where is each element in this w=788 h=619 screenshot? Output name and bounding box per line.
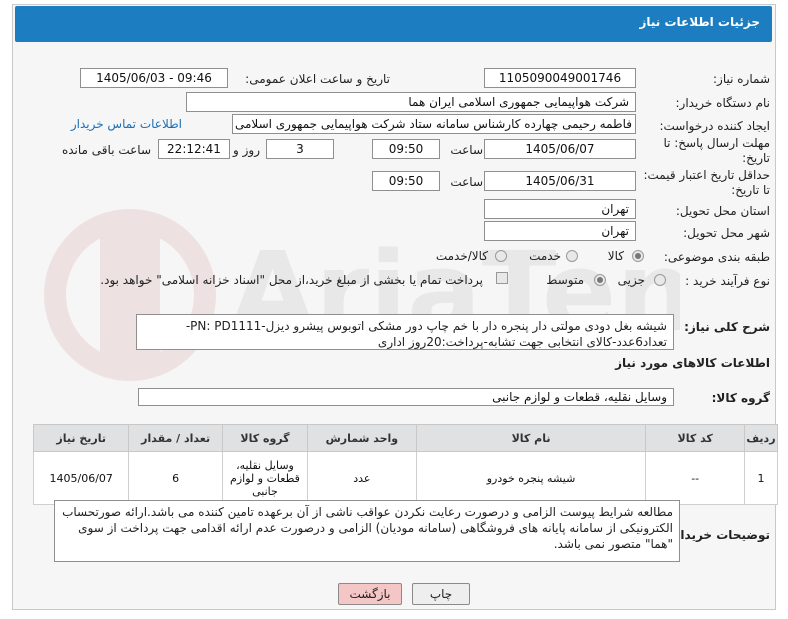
cell-need-date: 1405/06/07 (32, 451, 130, 505)
goods-group-label: گروه کالا: (711, 391, 770, 405)
category-label: طبقه بندی موضوعی: (663, 250, 770, 264)
goods-group-field: وسایل نقلیه، قطعات و لوازم جانبی (138, 388, 674, 406)
back-button[interactable]: بازگشت (338, 583, 402, 605)
buyer-notes-label: توضیحات خریدار: (668, 528, 770, 542)
process-option-minor: جزیی (617, 273, 645, 287)
category-radio-goods[interactable] (632, 250, 644, 262)
announce-label: تاریخ و ساعت اعلان عمومی: (245, 72, 390, 86)
table-row: 1 -- شیشه پنجره خودرو عدد وسایل نقلیه، ق… (32, 451, 779, 505)
announce-field: 1405/06/03 - 09:46 (80, 68, 228, 88)
category-option-goods: کالا (607, 249, 624, 263)
buyer-org-field: شرکت هواپیمایی جمهوری اسلامی ایران هما (186, 92, 636, 112)
need-number-label: شماره نیاز: (713, 72, 770, 86)
cell-quantity: 6 (128, 451, 223, 505)
reply-date-field: 1405/06/07 (484, 139, 636, 159)
category-radio-both[interactable] (495, 250, 507, 262)
validity-time-field: 09:50 (372, 171, 440, 191)
validity-label: حداقل تاریخ اعتبار قیمت: تا تاریخ: (643, 168, 770, 197)
col-header-need-date: تاریخ نیاز (32, 424, 130, 452)
col-header-goods-name: نام کالا (415, 424, 647, 452)
buyer-notes-field: مطالعه شرایط پیوست الزامی و درصورت رعایت… (54, 500, 680, 562)
print-button[interactable]: چاپ (412, 583, 470, 605)
process-option-medium: متوسط (546, 273, 584, 287)
cell-goods-name: شیشه پنجره خودرو (415, 451, 647, 505)
category-option-both: کالا/خدمت (435, 249, 488, 263)
days-field: 3 (266, 139, 334, 159)
creator-label: ایجاد کننده درخواست: (659, 119, 770, 133)
need-number-field: 1105090049001746 (484, 68, 636, 88)
process-radio-minor[interactable] (654, 274, 666, 286)
cell-goods-code: -- (645, 451, 745, 505)
reply-deadline-label: مهلت ارسال پاسخ: تا تاریخ: (663, 136, 770, 165)
description-field: شیشه بغل دودی مولتی دار پنجره دار با خم … (136, 314, 674, 350)
category-radio-service[interactable] (566, 250, 578, 262)
col-header-quantity: تعداد / مقدار (128, 424, 223, 452)
city-label: شهر محل تحویل: (683, 226, 770, 240)
reply-time-label: ساعت (450, 143, 483, 157)
description-label: شرح کلی نیاز: (684, 320, 770, 334)
process-label: نوع فرآیند خرید : (685, 274, 770, 288)
page-header: جزئیات اطلاعات نیاز (15, 6, 772, 42)
page-title: جزئیات اطلاعات نیاز (639, 15, 760, 29)
buyer-contact-link[interactable]: اطلاعات تماس خریدار (71, 117, 182, 131)
creator-field: فاطمه رحیمی چهارده کارشناس سامانه ستاد ش… (232, 114, 636, 134)
days-label: روز و (233, 143, 260, 157)
cell-goods-group: وسایل نقلیه، قطعات و لوازم جانبی (221, 451, 309, 505)
process-radio-medium[interactable] (594, 274, 606, 286)
remaining-label: ساعت باقی مانده (61, 143, 151, 157)
col-header-row-number: ردیف (743, 424, 779, 452)
col-header-goods-group: گروه کالا (221, 424, 309, 452)
province-label: استان محل تحویل: (675, 204, 770, 218)
city-field: تهران (484, 221, 636, 241)
reply-time-field: 09:50 (372, 139, 440, 159)
table-header-row: ردیف کد کالا نام کالا واحد شمارش گروه کا… (32, 424, 779, 452)
province-field: تهران (484, 199, 636, 219)
validity-date-field: 1405/06/31 (484, 171, 636, 191)
payment-note: پرداخت تمام یا بخشی از مبلغ خرید،از محل … (100, 273, 483, 287)
category-option-service: خدمت (529, 249, 561, 263)
cell-unit: عدد (307, 451, 417, 505)
validity-time-label: ساعت (450, 175, 483, 189)
col-header-goods-code: کد کالا (645, 424, 745, 452)
goods-table: ردیف کد کالا نام کالا واحد شمارش گروه کا… (32, 424, 779, 505)
remaining-time-field: 22:12:41 (158, 139, 230, 159)
buyer-org-label: نام دستگاه خریدار: (675, 96, 771, 110)
goods-info-title: اطلاعات کالاهای مورد نیاز (615, 356, 770, 370)
treasury-payment-checkbox[interactable] (496, 272, 508, 284)
cell-row-number: 1 (743, 451, 779, 505)
col-header-unit: واحد شمارش (307, 424, 417, 452)
